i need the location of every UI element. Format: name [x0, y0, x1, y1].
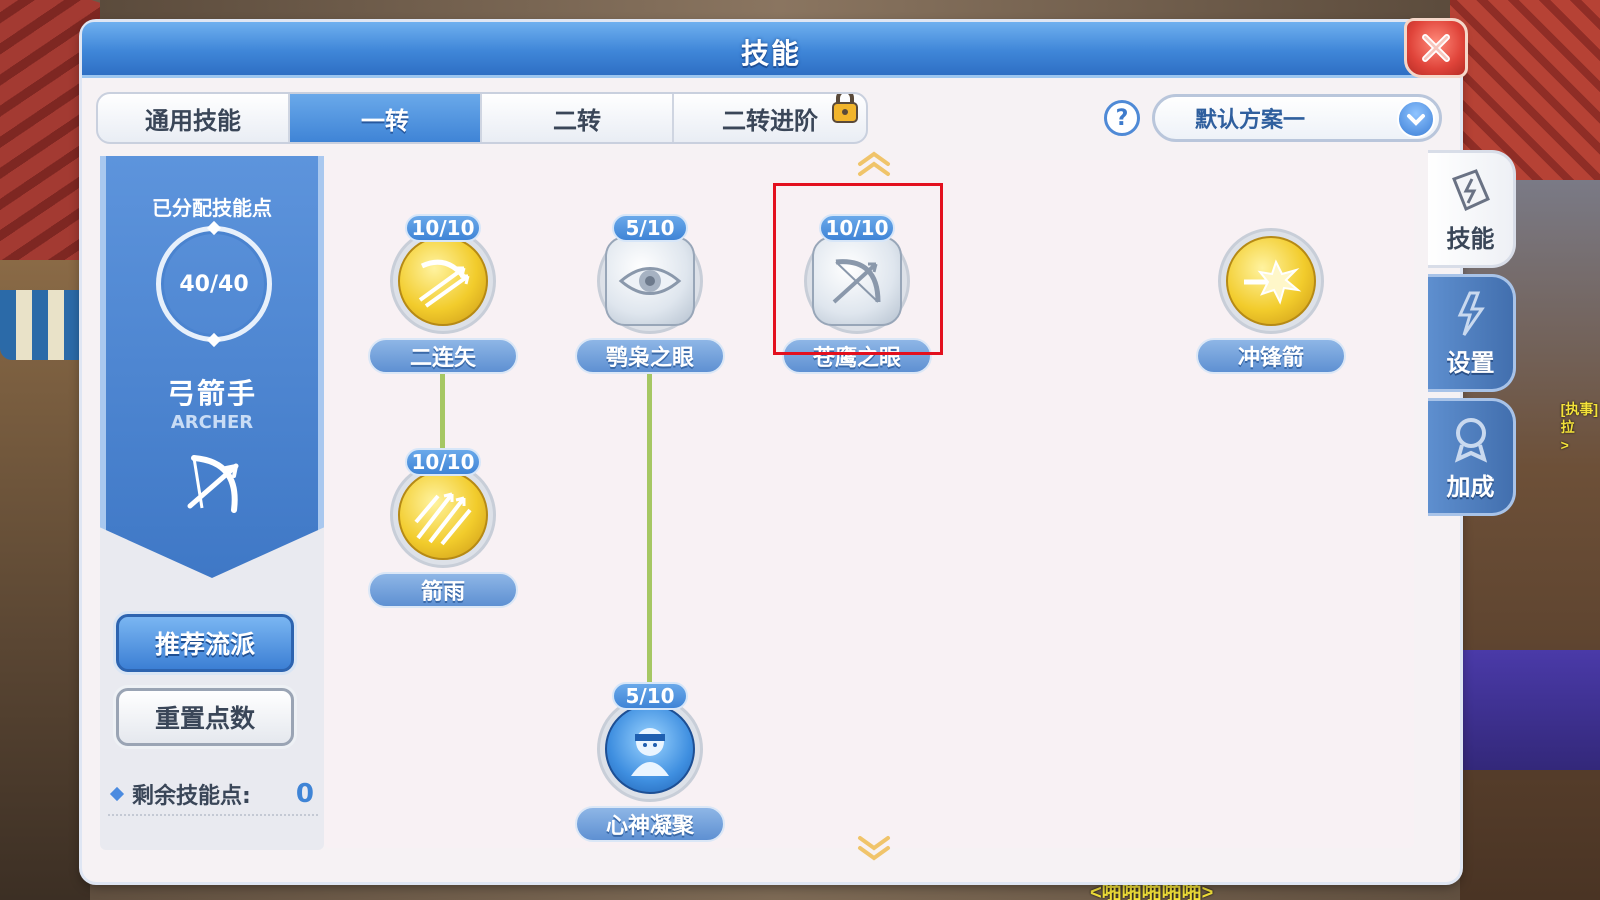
skill-level-badge: 5/10	[612, 682, 688, 710]
help-button[interactable]: ?	[1104, 100, 1140, 136]
tab-first-job[interactable]: 一转	[290, 94, 482, 142]
medal-icon	[1454, 417, 1487, 463]
double-arrow-icon	[418, 259, 470, 308]
skill-name: 冲锋箭	[1196, 338, 1346, 374]
skill-name: 鹗枭之眼	[575, 338, 725, 374]
side-tab-bonus[interactable]: 加成	[1428, 398, 1516, 516]
skill-orb	[390, 228, 496, 334]
side-tab-skills[interactable]: 技能	[1428, 150, 1516, 268]
allocated-points-value: 40/40	[179, 271, 249, 297]
tab-label: 一转	[361, 106, 409, 135]
skill-orb	[390, 462, 496, 568]
tab-second-job[interactable]: 二转	[482, 94, 674, 142]
allocated-points-label: 已分配技能点	[152, 196, 272, 220]
allocated-points-ring: 40/40	[156, 220, 272, 348]
diamond-icon	[109, 786, 125, 802]
selection-highlight	[773, 183, 943, 355]
remaining-points-label: 剩余技能点:	[132, 784, 251, 809]
chevron-down-icon	[1397, 100, 1435, 138]
reset-points-button[interactable]: 重置点数	[116, 688, 294, 746]
archer-focus-icon	[631, 728, 669, 776]
scroll-up-icon[interactable]	[854, 150, 894, 178]
skill-orb	[1218, 228, 1324, 334]
skill-window: 技能 通用技能 一转 二转 二转进阶 ? 默认方案一 已分配技能点 40/40 …	[82, 18, 1468, 882]
class-panel: 已分配技能点 40/40 弓箭手 ARCHER 推荐流派 重置点数 剩余技能点:…	[100, 156, 324, 850]
skill-arrow-shower[interactable]: 10/10 箭雨	[368, 448, 518, 608]
scroll-down-icon[interactable]	[854, 834, 894, 862]
tab-common-skills[interactable]: 通用技能	[98, 94, 290, 142]
skill-level-badge: 5/10	[612, 214, 688, 242]
skill-link	[440, 360, 445, 460]
skill-level-badge: 10/10	[405, 448, 481, 476]
side-tab-label: 设置	[1446, 348, 1495, 377]
skill-link	[647, 360, 652, 700]
class-banner: 已分配技能点 40/40 弓箭手 ARCHER	[100, 156, 324, 578]
skill-level-badge: 10/10	[405, 214, 481, 242]
skill-book-icon	[1451, 168, 1490, 211]
help-icon: ?	[1115, 105, 1129, 131]
skill-owl-eye[interactable]: 5/10 鹗枭之眼	[575, 214, 725, 374]
skill-name: 二连矢	[368, 338, 518, 374]
skill-name: 箭雨	[368, 572, 518, 608]
side-tab-label: 加成	[1446, 472, 1495, 501]
ring-marker-bottom	[206, 332, 222, 348]
recommend-build-button[interactable]: 推荐流派	[116, 614, 294, 672]
side-tab-settings[interactable]: 设置	[1428, 274, 1516, 392]
tab-label: 二转进阶	[722, 106, 818, 135]
skill-double-strafe[interactable]: 10/10 二连矢	[368, 214, 518, 374]
bg-awning	[0, 290, 90, 360]
class-name-en: ARCHER	[170, 412, 254, 433]
tab-label: 二转	[553, 106, 601, 135]
charge-arrow-icon	[1244, 259, 1302, 305]
skill-improve-concentration[interactable]: 5/10 心神凝聚	[575, 682, 725, 842]
close-button[interactable]	[1404, 18, 1468, 78]
tab-second-job-advanced[interactable]: 二转进阶	[674, 94, 866, 142]
window-title: 技能	[740, 37, 801, 70]
job-tabs: 通用技能 一转 二转 二转进阶	[96, 92, 868, 144]
close-icon	[1422, 34, 1450, 62]
ring-marker-top	[206, 220, 222, 236]
lightning-gear-icon	[1457, 291, 1485, 336]
arrow-rain-icon	[414, 492, 472, 546]
remaining-points: 剩余技能点: 0	[108, 774, 318, 816]
class-name: 弓箭手	[166, 377, 257, 410]
title-bar: 技能	[82, 18, 1468, 78]
tab-label: 通用技能	[145, 106, 241, 135]
skill-orb	[597, 696, 703, 802]
eye-icon	[618, 267, 682, 295]
skill-name: 心神凝聚	[575, 806, 725, 842]
skill-orb	[597, 228, 703, 334]
scheme-selected: 默认方案一	[1195, 108, 1306, 133]
side-tabs: 技能 设置 加成	[1428, 150, 1520, 522]
bg-cloth-right	[1460, 650, 1600, 770]
archer-class-icon	[187, 455, 239, 513]
scheme-dropdown[interactable]: 默认方案一	[1152, 94, 1442, 142]
npc-name-right: [执事] 拉 >	[1560, 401, 1598, 453]
lock-icon	[832, 94, 858, 123]
remaining-points-value: 0	[295, 779, 314, 809]
skill-arrow-repel[interactable]: 冲锋箭	[1196, 214, 1346, 374]
side-tab-label: 技能	[1446, 224, 1495, 253]
